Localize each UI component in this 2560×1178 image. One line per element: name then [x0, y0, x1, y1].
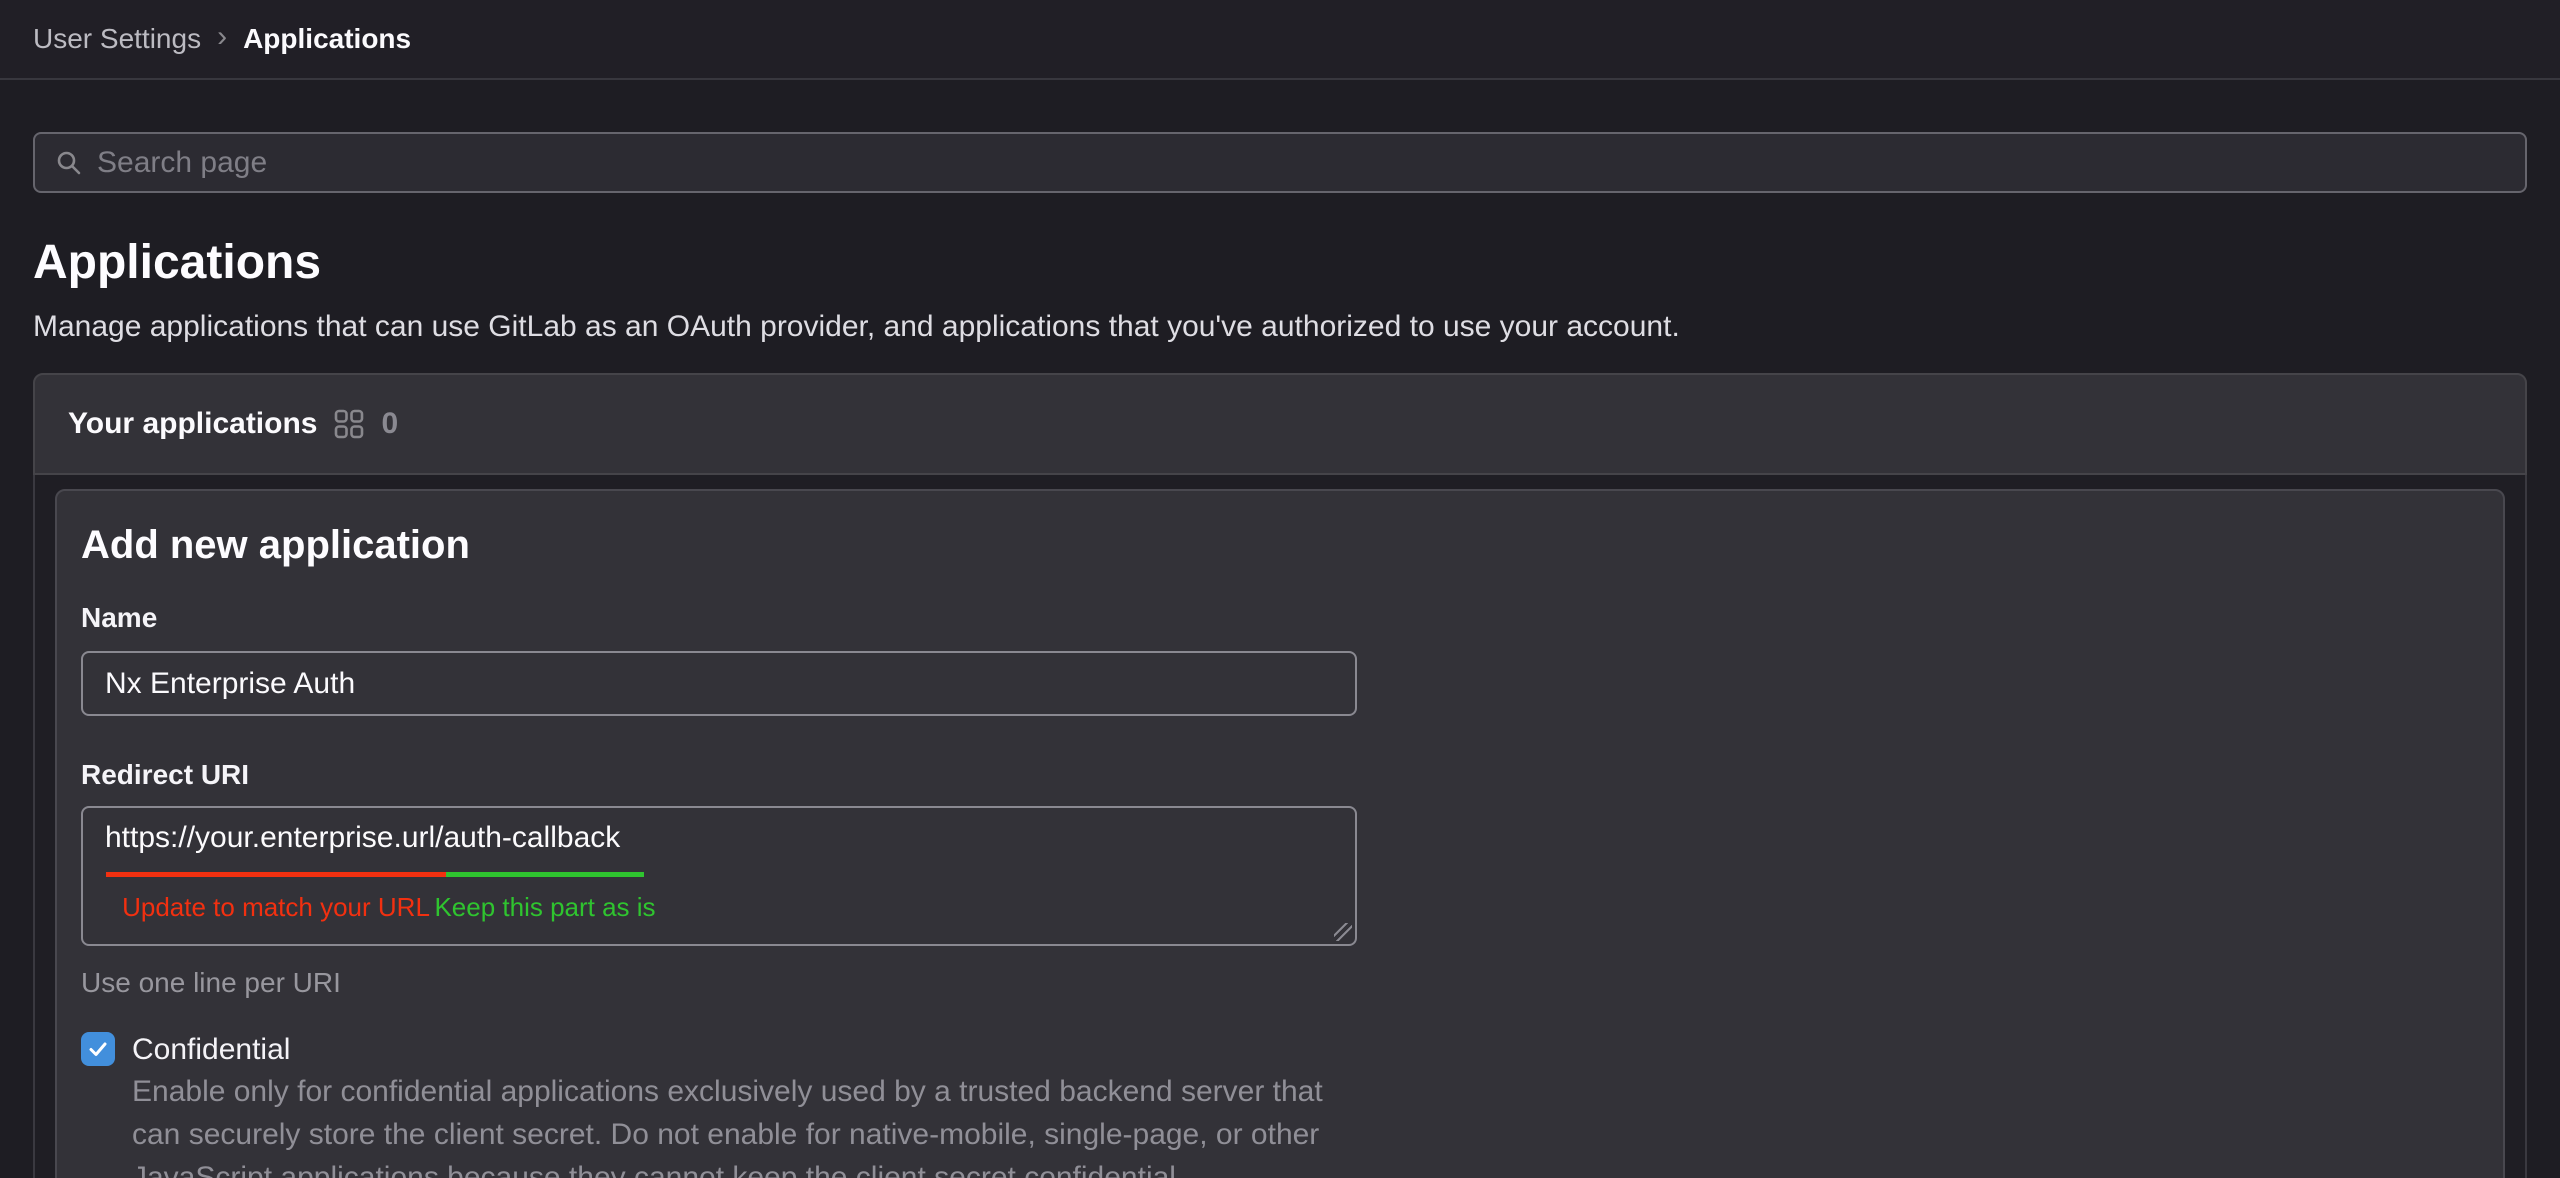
confidential-label[interactable]: Confidential — [132, 1032, 290, 1068]
page-content: Applications Manage applications that ca… — [0, 132, 2560, 1178]
search-icon — [55, 149, 83, 177]
applications-count-badge: 0 — [381, 407, 398, 441]
confidential-description: Enable only for confidential application… — [132, 1070, 2479, 1178]
breadcrumb-applications: Applications — [243, 23, 411, 55]
page-title: Applications — [33, 237, 2527, 289]
name-label: Name — [81, 601, 2479, 635]
green-underline-annotation — [446, 872, 644, 877]
red-underline-annotation — [106, 872, 446, 877]
your-applications-title: Your applications — [68, 407, 317, 441]
breadcrumb: User Settings › Applications — [33, 22, 411, 56]
search-input[interactable] — [97, 146, 2505, 180]
annotation-update-url: Update to match your URL — [122, 892, 430, 923]
redirect-uri-label: Redirect URI — [81, 758, 2479, 792]
breadcrumb-separator-icon: › — [217, 22, 227, 56]
search-box[interactable] — [33, 132, 2527, 193]
confidential-description-line: can securely store the client secret. Do… — [132, 1113, 2479, 1156]
confidential-description-line: Enable only for confidential application… — [132, 1070, 2479, 1113]
redirect-uri-textarea[interactable]: https://your.enterprise.url/auth-callbac… — [81, 806, 1357, 946]
annotation-keep-part: Keep this part as is — [434, 892, 655, 923]
your-applications-body: Add new application Name Redirect URI ht… — [33, 475, 2527, 1178]
page-description: Manage applications that can use GitLab … — [33, 309, 2527, 345]
confidential-row: Confidential — [81, 1032, 2479, 1068]
your-applications-section: Your applications 0 Add new application … — [33, 373, 2527, 1178]
add-application-card: Add new application Name Redirect URI ht… — [55, 489, 2505, 1178]
confidential-checkbox[interactable] — [81, 1032, 115, 1066]
textarea-resize-handle[interactable] — [1334, 923, 1352, 941]
redirect-uri-value: https://your.enterprise.url/auth-callbac… — [105, 821, 620, 855]
confidential-description-line: JavaScript applications because they can… — [132, 1156, 2479, 1178]
applications-grid-icon — [333, 408, 365, 440]
add-application-title: Add new application — [81, 521, 2479, 569]
your-applications-header: Your applications 0 — [33, 373, 2527, 475]
top-bar: User Settings › Applications — [0, 0, 2560, 80]
checkmark-icon — [87, 1038, 109, 1060]
application-name-input[interactable] — [81, 651, 1357, 716]
breadcrumb-user-settings[interactable]: User Settings — [33, 23, 201, 55]
redirect-uri-help: Use one line per URI — [81, 966, 2479, 1000]
